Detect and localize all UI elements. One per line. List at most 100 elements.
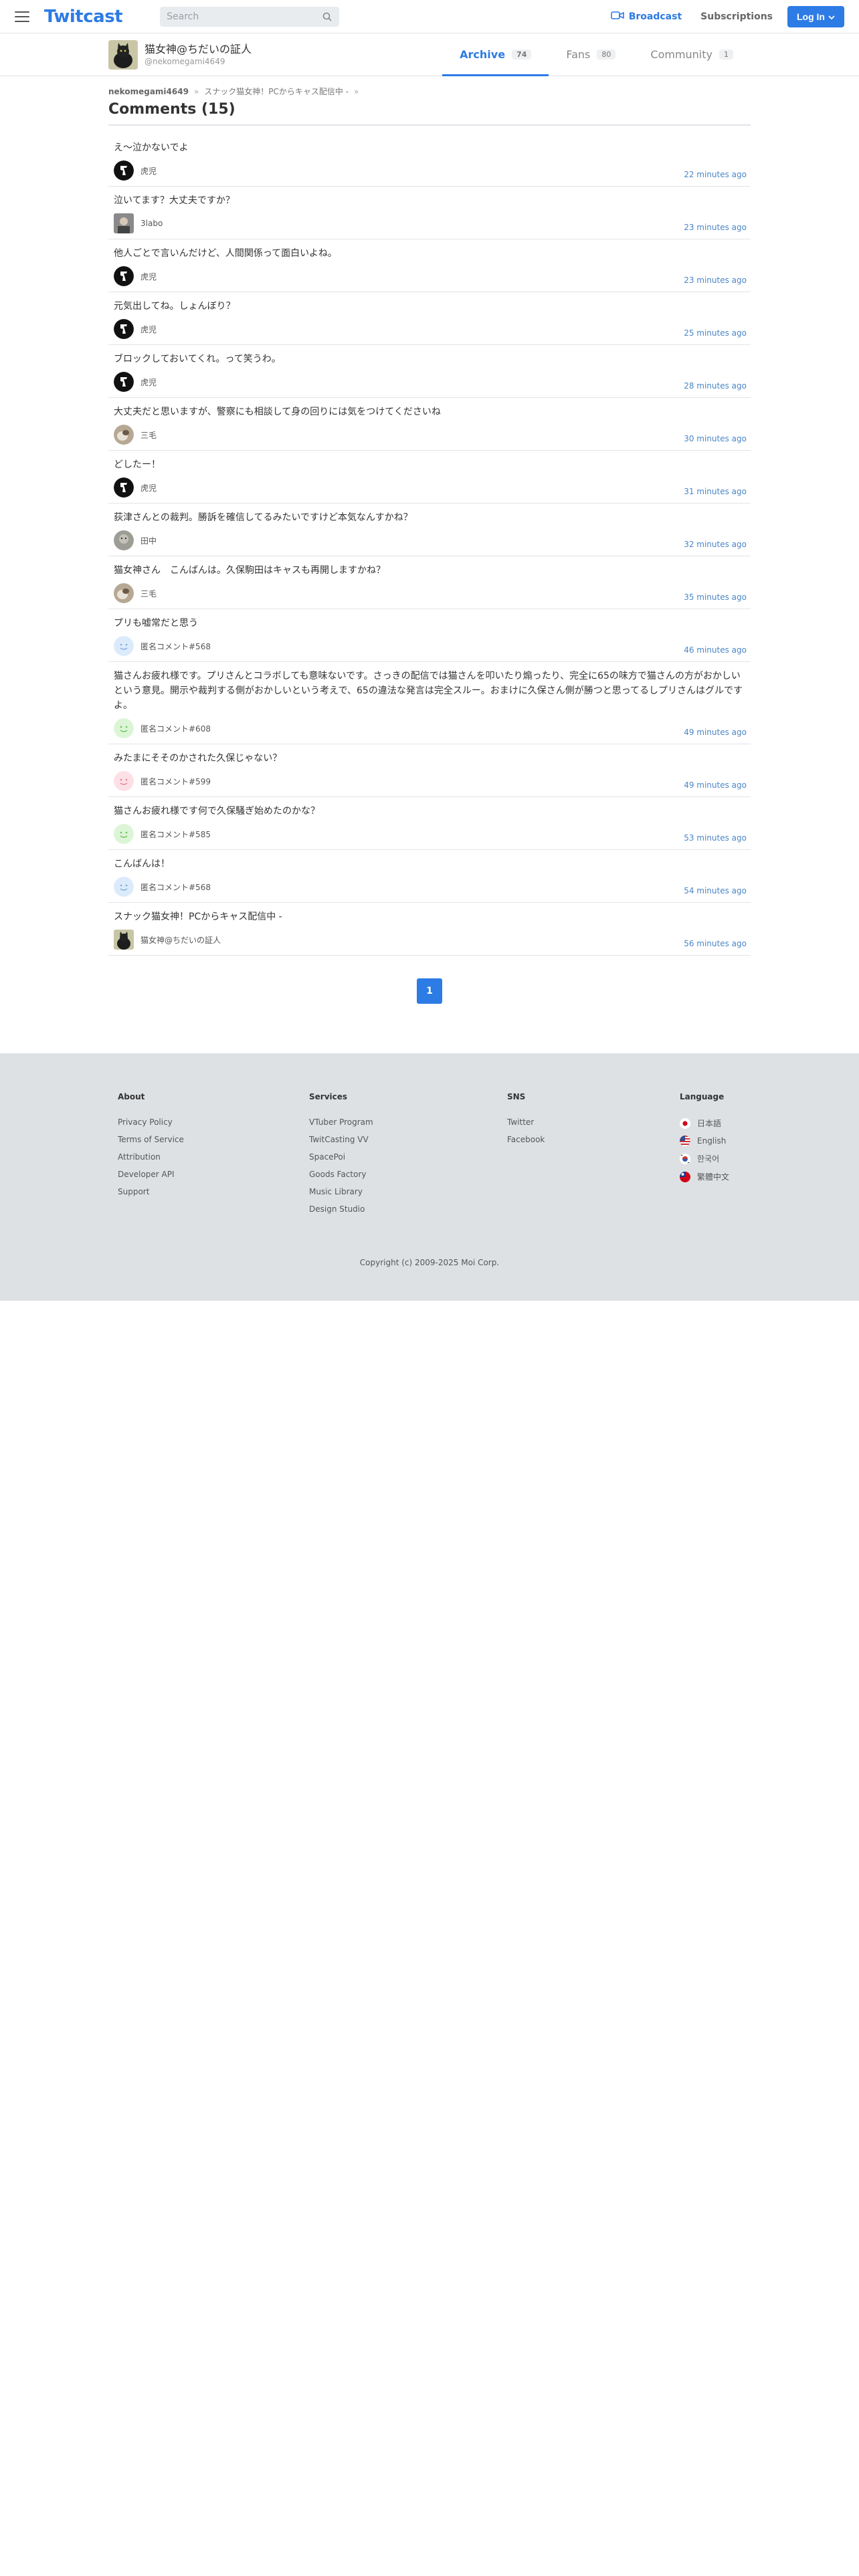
footer-link-spacepoi[interactable]: SpacePoi bbox=[309, 1152, 507, 1162]
profile-avatar[interactable] bbox=[108, 39, 138, 70]
comment-timestamp[interactable]: 22 minutes ago bbox=[684, 170, 747, 179]
comment-timestamp[interactable]: 23 minutes ago bbox=[684, 276, 747, 285]
footer-link-vv[interactable]: TwitCasting VV bbox=[309, 1135, 507, 1144]
footer-link-attribution[interactable]: Attribution bbox=[118, 1152, 309, 1162]
page-button-current[interactable]: 1 bbox=[417, 978, 442, 1004]
user-avatar[interactable] bbox=[114, 266, 134, 286]
user-avatar[interactable] bbox=[114, 824, 134, 844]
footer-link-twitter[interactable]: Twitter bbox=[507, 1117, 680, 1127]
footer-link-goods[interactable]: Goods Factory bbox=[309, 1170, 507, 1179]
comment-meta: 匿名コメント#568 bbox=[114, 877, 747, 897]
comment-username[interactable]: 匿名コメント#568 bbox=[140, 641, 211, 652]
comment-timestamp[interactable]: 25 minutes ago bbox=[684, 328, 747, 338]
comment-timestamp[interactable]: 31 minutes ago bbox=[684, 487, 747, 496]
comment-timestamp[interactable]: 23 minutes ago bbox=[684, 223, 747, 232]
footer-link-facebook[interactable]: Facebook bbox=[507, 1135, 680, 1144]
user-avatar[interactable] bbox=[114, 213, 134, 233]
search-box[interactable] bbox=[160, 6, 340, 27]
comment-timestamp[interactable]: 49 minutes ago bbox=[684, 728, 747, 737]
user-avatar[interactable] bbox=[114, 160, 134, 181]
comment-username[interactable]: 虎児 bbox=[140, 271, 157, 282]
footer-about: About Privacy Policy Terms of Service At… bbox=[108, 1092, 309, 1222]
comment-username[interactable]: 匿名コメント#608 bbox=[140, 723, 211, 734]
comment-username[interactable]: 虎児 bbox=[140, 482, 157, 494]
comment-text: どしたー！ bbox=[114, 459, 161, 470]
pagination: 1 bbox=[108, 978, 751, 1004]
tab-archive[interactable]: Archive 74 bbox=[442, 33, 549, 76]
footer-heading: Language bbox=[680, 1092, 725, 1101]
comment-username[interactable]: 匿名コメント#568 bbox=[140, 881, 211, 893]
footer-link-terms[interactable]: Terms of Service bbox=[118, 1135, 309, 1144]
broadcast-link[interactable]: Broadcast bbox=[610, 11, 682, 23]
user-avatar[interactable] bbox=[114, 477, 134, 498]
comment-username[interactable]: 虎児 bbox=[140, 324, 157, 335]
user-avatar[interactable] bbox=[114, 718, 134, 738]
menu-icon[interactable] bbox=[15, 11, 29, 22]
comment-text: 泣いてます？大丈夫ですか？ bbox=[114, 195, 235, 206]
user-avatar[interactable] bbox=[114, 930, 134, 950]
comment-timestamp[interactable]: 54 minutes ago bbox=[684, 886, 747, 895]
comment-meta: 匿名コメント#608 bbox=[114, 718, 747, 738]
language-english[interactable]: English bbox=[680, 1136, 729, 1146]
comment-meta: 三毛 bbox=[114, 583, 747, 603]
comment-item: え～泣かないでよ 虎児 22 minutes ago bbox=[108, 134, 751, 187]
footer-link-vtuber[interactable]: VTuber Program bbox=[309, 1117, 507, 1127]
footer-link-support[interactable]: Support bbox=[118, 1187, 309, 1196]
user-avatar[interactable] bbox=[114, 372, 134, 392]
subscriptions-link[interactable]: Subscriptions bbox=[700, 11, 773, 22]
us-flag-icon bbox=[680, 1136, 690, 1146]
comment-username[interactable]: 匿名コメント#585 bbox=[140, 829, 211, 840]
footer-link-privacy[interactable]: Privacy Policy bbox=[118, 1117, 309, 1127]
profile-bar: 猫女神@ちだいの証人 @nekomegami4649 Archive 74 Fa… bbox=[0, 33, 859, 76]
comment-username[interactable]: 匿名コメント#599 bbox=[140, 776, 211, 787]
user-avatar[interactable] bbox=[114, 877, 134, 897]
comment-timestamp[interactable]: 46 minutes ago bbox=[684, 645, 747, 655]
copyright: Copyright (c) 2009-2025 Moi Corp. bbox=[359, 1258, 500, 1267]
comment-username[interactable]: 虎児 bbox=[140, 165, 157, 177]
breadcrumb-user[interactable]: nekomegami4649 bbox=[108, 87, 189, 96]
comment-timestamp[interactable]: 32 minutes ago bbox=[684, 540, 747, 549]
user-avatar[interactable] bbox=[114, 636, 134, 656]
user-avatar[interactable] bbox=[114, 583, 134, 603]
comment-timestamp[interactable]: 56 minutes ago bbox=[684, 939, 747, 948]
footer-link-developer-api[interactable]: Developer API bbox=[118, 1170, 309, 1179]
comment-meta: 猫女神@ちだいの証人 bbox=[114, 930, 747, 950]
breadcrumb-movie[interactable]: スナック猫女神！PCからキャス配信中 - bbox=[204, 86, 349, 97]
comment-timestamp[interactable]: 49 minutes ago bbox=[684, 780, 747, 790]
comment-item: みたまにそそのかされた久保じゃない？ 匿名コメント#599 49 minutes a… bbox=[108, 744, 751, 797]
user-avatar[interactable] bbox=[114, 771, 134, 791]
user-avatar[interactable] bbox=[114, 319, 134, 339]
comment-item: 元気出してね。しょんぼり？ 虎児 25 minutes ago bbox=[108, 292, 751, 345]
tab-fans[interactable]: Fans 80 bbox=[549, 33, 633, 76]
comment-timestamp[interactable]: 28 minutes ago bbox=[684, 381, 747, 391]
language-japanese[interactable]: 日本語 bbox=[680, 1117, 729, 1129]
profile-name[interactable]: 猫女神@ちだいの証人 bbox=[145, 43, 252, 56]
search-input[interactable] bbox=[167, 11, 322, 22]
user-avatar[interactable] bbox=[114, 425, 134, 445]
language-traditional-chinese[interactable]: 繁體中文 bbox=[680, 1171, 729, 1182]
comment-text: え～泣かないでよ bbox=[114, 142, 189, 153]
search-icon[interactable] bbox=[322, 11, 332, 22]
comment-timestamp[interactable]: 53 minutes ago bbox=[684, 833, 747, 843]
comment-text: スナック猫女神！PCからキャス配信中 - bbox=[114, 911, 282, 922]
language-korean[interactable]: 한국어 bbox=[680, 1153, 729, 1164]
comment-item: 猫さんお疲れ様です。プリさんとコラボしても意味ないです。さっきの配信では猫さんを… bbox=[108, 662, 751, 744]
tab-community[interactable]: Community 1 bbox=[633, 33, 751, 76]
comment-text: 他人ごとで言いんだけど、人間関係って面白いよね。 bbox=[114, 248, 337, 259]
twitcast-logo[interactable]: Twitcast bbox=[44, 7, 123, 27]
language-label: 한국어 bbox=[697, 1154, 720, 1164]
comment-username[interactable]: 猫女神@ちだいの証人 bbox=[140, 934, 221, 946]
comment-item: どしたー！ 虎児 31 minutes ago bbox=[108, 451, 751, 504]
comment-username[interactable]: 三毛 bbox=[140, 588, 157, 599]
user-avatar[interactable] bbox=[114, 530, 134, 550]
footer-link-music[interactable]: Music Library bbox=[309, 1187, 507, 1196]
comment-timestamp[interactable]: 30 minutes ago bbox=[684, 434, 747, 443]
footer-link-design[interactable]: Design Studio bbox=[309, 1204, 507, 1214]
comment-item: 荻津さんとの裁判。勝訴を確信してるみたいですけど本気なんすかね？ 田中 32 min… bbox=[108, 504, 751, 556]
comment-username[interactable]: 3labo bbox=[140, 219, 163, 228]
comment-username[interactable]: 田中 bbox=[140, 535, 157, 546]
comment-username[interactable]: 虎児 bbox=[140, 377, 157, 388]
login-button[interactable]: Log In bbox=[787, 5, 844, 27]
comment-username[interactable]: 三毛 bbox=[140, 429, 157, 441]
comment-timestamp[interactable]: 35 minutes ago bbox=[684, 593, 747, 602]
